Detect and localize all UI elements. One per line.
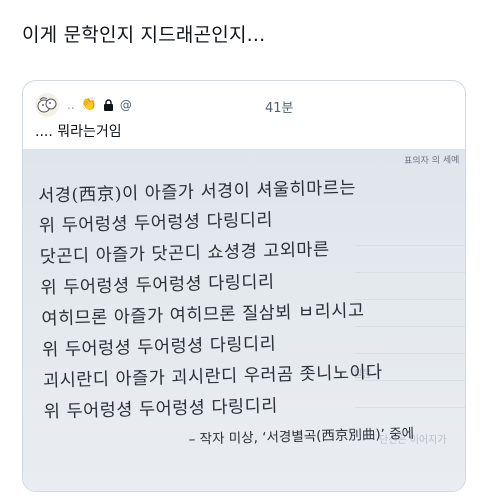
lock-icon <box>103 98 113 111</box>
quoted-photo[interactable]: 표의자 의 세예 질문 단선은 이어지가 서경(西京)이 아즐가 서경이 셔울히… <box>23 149 465 491</box>
quoted-handle[interactable]: @ <box>120 98 132 112</box>
quoted-tweet-text: .... 뭐라는거임 <box>35 124 122 140</box>
poem-line: 괴시란디 아즐가 괴시란디 우러곰 좃니노이다 <box>42 362 383 392</box>
poem-line: 여히므론 아즐가 여히므론 질삼뵈 ㅂ리시고 <box>41 301 365 330</box>
poem-line: 위 두어렁셩 두어렁셩 다링디리 <box>43 396 279 423</box>
poem-line: 위 두어렁셩 두어렁셩 다링디리 <box>38 210 274 237</box>
quoted-tweet-header: .. 👏 @ 41분 <box>35 93 455 117</box>
poem-line: 위 두어렁셩 두어렁셩 다링디리 <box>40 272 275 299</box>
quoted-display-name[interactable]: .. <box>67 98 75 112</box>
avatar[interactable] <box>35 93 59 117</box>
avatar-illustration-icon <box>37 97 57 113</box>
poem-attribution: – 작자 미상, ‘서경별곡(西京別曲)’ 중에 <box>188 425 415 448</box>
quoted-author-meta: .. 👏 @ <box>67 97 132 112</box>
poem-line: 닷곤디 아즐가 닷곤디 쇼셩경 고외마른 <box>39 240 330 268</box>
emoji-icon: 👏 <box>80 97 97 112</box>
quoted-tweet-card[interactable]: .. 👏 @ 41분 .... 뭐라는거임 표의자 의 세예 질문 단선은 이어… <box>22 80 466 492</box>
poem-text-block: 서경(西京)이 아즐가 서경이 셔울히마르는 위 두어렁셩 두어렁셩 다링디리 … <box>23 149 465 491</box>
post-text: 이게 문학인지 지드래곤인지... <box>22 24 266 46</box>
poem-line: 위 두어렁셩 두어렁셩 다링디리 <box>42 334 277 361</box>
quoted-timestamp[interactable]: 41분 <box>265 97 294 116</box>
poem-line: 서경(西京)이 아즐가 서경이 셔울히마르는 <box>37 178 357 207</box>
